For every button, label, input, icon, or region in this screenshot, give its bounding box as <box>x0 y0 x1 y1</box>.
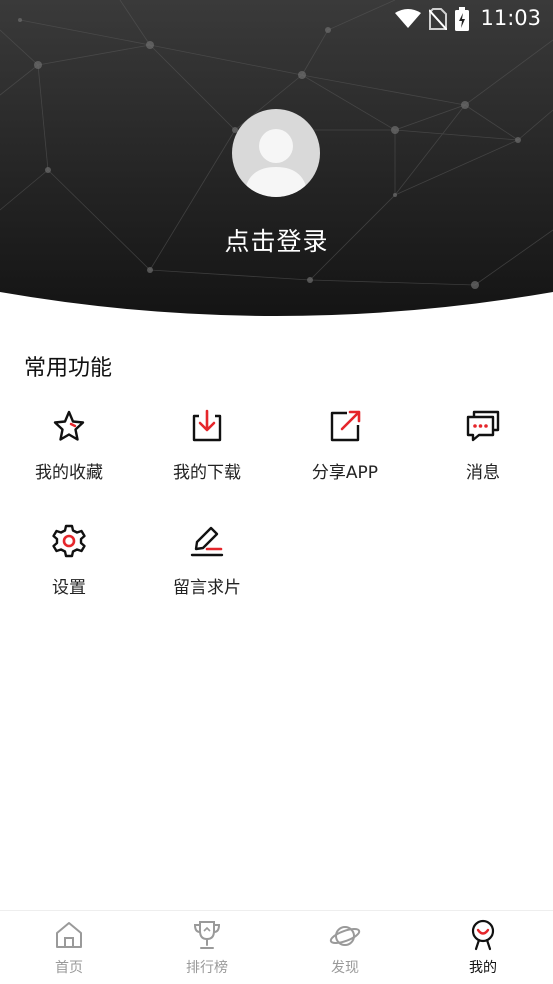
feature-settings[interactable]: 设置 <box>0 515 138 605</box>
gear-icon <box>52 524 86 558</box>
bottom-nav: 首页 排行榜 发现 我的 <box>0 910 553 984</box>
feature-label: 设置 <box>52 578 86 598</box>
battery-icon <box>455 7 469 31</box>
feature-label: 分享APP <box>311 463 379 483</box>
feature-share-app[interactable]: 分享APP <box>276 400 414 490</box>
nav-label: 发现 <box>331 960 359 976</box>
feature-label: 我的下载 <box>173 463 241 483</box>
feature-request-movie[interactable]: 留言求片 <box>138 515 276 605</box>
status-bar: 11:03 <box>0 0 553 38</box>
feature-label: 我的收藏 <box>35 463 103 483</box>
feature-downloads[interactable]: 我的下载 <box>138 400 276 490</box>
message-icon <box>466 410 500 442</box>
section-title: 常用功能 <box>24 356 113 381</box>
nav-label: 排行榜 <box>186 960 228 976</box>
edit-icon <box>190 526 224 557</box>
trophy-icon <box>193 921 221 949</box>
default-avatar-icon <box>244 129 308 197</box>
nav-discover[interactable]: 发现 <box>276 911 414 984</box>
profile-header: 11:03 点击登录 <box>0 0 553 320</box>
login-link[interactable]: 点击登录 <box>0 222 553 258</box>
nav-ranking[interactable]: 排行榜 <box>138 911 276 984</box>
star-icon <box>53 410 85 441</box>
profile-icon <box>471 919 495 951</box>
status-icons <box>395 7 469 31</box>
feature-label: 消息 <box>466 463 500 483</box>
feature-favorites[interactable]: 我的收藏 <box>0 400 138 490</box>
nav-home[interactable]: 首页 <box>0 911 138 984</box>
download-icon <box>192 409 222 442</box>
home-icon <box>56 922 82 948</box>
nav-label: 我的 <box>469 960 497 976</box>
status-time: 11:03 <box>480 6 541 30</box>
wifi-icon <box>395 9 421 28</box>
feature-messages[interactable]: 消息 <box>414 400 552 490</box>
avatar[interactable] <box>232 109 320 197</box>
nav-mine[interactable]: 我的 <box>414 911 552 984</box>
planet-icon <box>329 926 361 946</box>
feature-label: 留言求片 <box>173 578 241 598</box>
share-icon <box>330 410 361 442</box>
no-sim-icon <box>429 8 447 30</box>
nav-label: 首页 <box>55 960 83 976</box>
